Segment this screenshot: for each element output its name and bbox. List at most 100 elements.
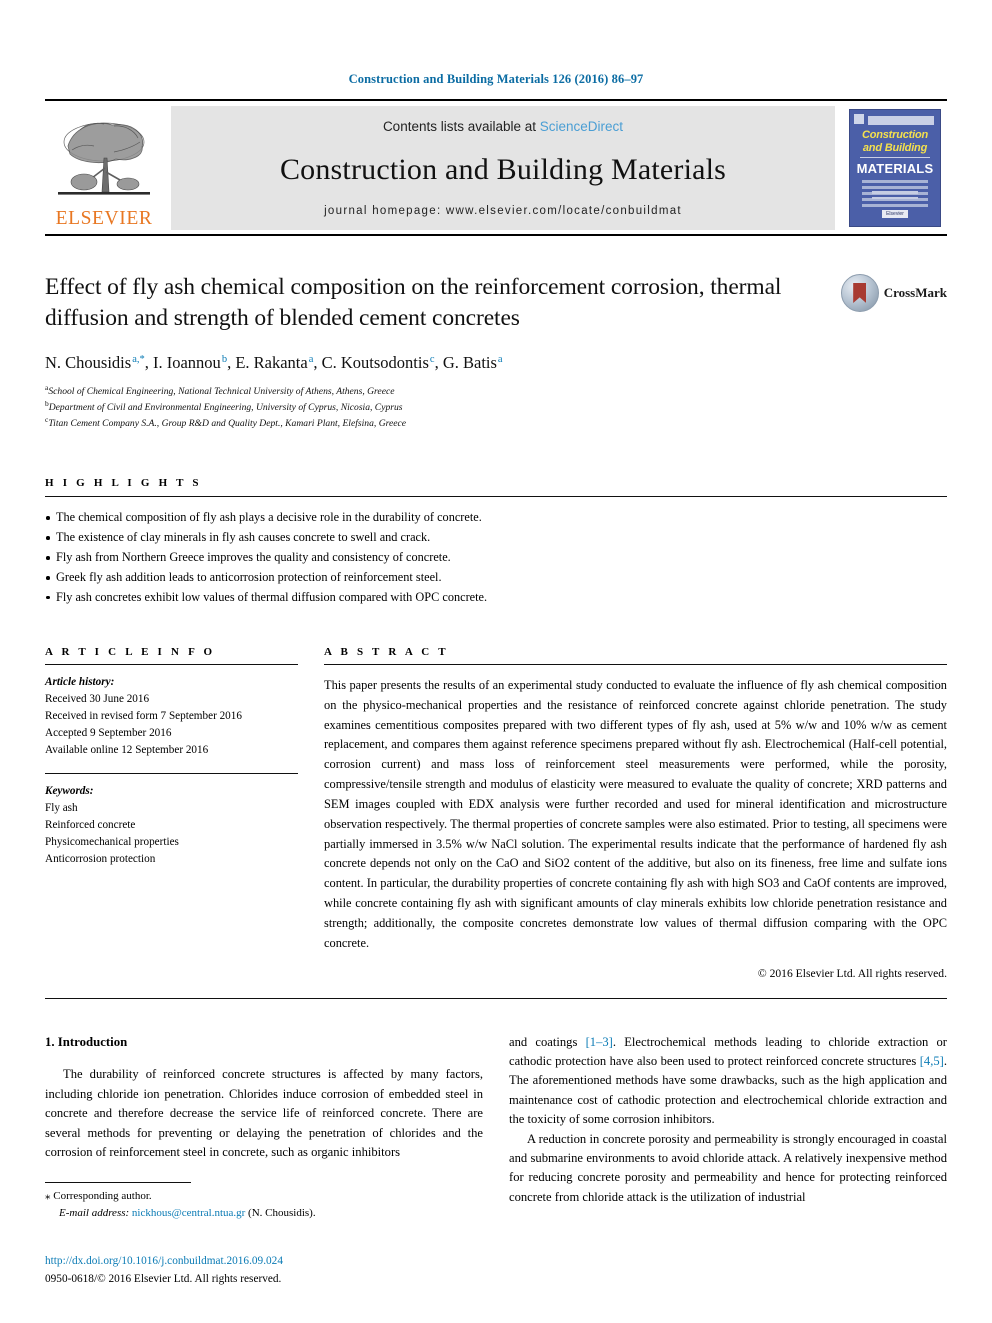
article-history-item: Received 30 June 2016 (45, 692, 150, 705)
introduction-paragraph-continued: and coatings [1–3]. Electrochemical meth… (509, 1033, 947, 1130)
introduction-paragraph: The durability of reinforced concrete st… (45, 1067, 483, 1159)
cover-line-1: Construction (861, 129, 929, 141)
body-column-left: 1. Introduction The durability of reinfo… (45, 1033, 483, 1208)
article-history-item: Accepted 9 September 2016 (45, 726, 172, 739)
highlights-divider (45, 496, 947, 498)
masthead-center: Contents lists available at ScienceDirec… (171, 106, 835, 230)
cover-rule-top (860, 157, 930, 159)
affiliation-text: Department of Civil and Environmental En… (48, 402, 403, 414)
cover-line-2: and Building (862, 141, 928, 154)
highlight-item: The chemical composition of fly ash play… (45, 508, 947, 528)
contents-prefix: Contents lists available at (382, 119, 540, 134)
citation-ref-1[interactable]: [1–3] (586, 1035, 613, 1049)
highlight-item: Greek fly ash addition leads to anticorr… (45, 568, 947, 588)
author-item: G. Batisa (443, 353, 503, 372)
abstract-copyright: © 2016 Elsevier Ltd. All rights reserved… (757, 966, 947, 980)
doi-block: http://dx.doi.org/10.1016/j.conbuildmat.… (45, 1253, 283, 1288)
keywords-divider (45, 772, 298, 774)
intro-text-pre: and coatings (509, 1034, 586, 1049)
journal-title: Construction and Building Materials (279, 152, 727, 186)
elsevier-logo: ELSEVIER (45, 106, 163, 230)
elsevier-wordmark: ELSEVIER (55, 207, 153, 229)
crossmark-label: CrossMark (883, 285, 947, 300)
article-history-item: Received in revised form 7 September 201… (45, 709, 242, 722)
author-name: N. Chousidis (45, 353, 132, 372)
author-marks: a (497, 353, 503, 365)
article-info-divider (45, 663, 298, 665)
abstract-bottom-divider (45, 997, 947, 999)
affiliation-list: aSchool of Chemical Engineering, Nationa… (45, 383, 947, 431)
corresponding-author-line: ⁎ Corresponding author. (45, 1188, 475, 1205)
keyword-item: Reinforced concrete (45, 818, 136, 831)
article-history-block: Article history: Received 30 June 2016 R… (45, 674, 298, 759)
author-marks: c (429, 353, 435, 365)
cover-topbar (868, 116, 934, 125)
article-page: Construction and Building Materials 126 … (0, 0, 992, 1323)
introduction-paragraph-2: A reduction in concrete porosity and per… (509, 1131, 947, 1204)
corresponding-mark: ⁎ (45, 1190, 51, 1202)
keyword-item: Fly ash (45, 801, 78, 814)
sciencedirect-link[interactable]: ScienceDirect (540, 119, 623, 134)
keyword-item: Physicomechanical properties (45, 835, 179, 848)
affiliation-text: Titan Cement Company S.A., Group R&D and… (48, 418, 407, 430)
email-line: E-mail address: nickhous@central.ntua.gr… (45, 1205, 475, 1222)
footnote-block: ⁎ Corresponding author. E-mail address: … (45, 1182, 475, 1221)
highlights-list: The chemical composition of fly ash play… (45, 508, 947, 608)
running-head: Construction and Building Materials 126 … (348, 72, 644, 86)
article-history-item: Available online 12 September 2016 (45, 743, 209, 756)
corresponding-label: Corresponding author. (53, 1190, 152, 1202)
crossmark-flag-icon (853, 283, 867, 303)
journal-cover-image: Construction and Building MATERIALS Else… (849, 109, 941, 227)
info-abstract-section: A R T I C L E I N F O Article history: R… (45, 646, 947, 980)
contents-available-line: Contents lists available at ScienceDirec… (383, 119, 623, 134)
highlights-section: H I G H L I G H T S The chemical composi… (45, 477, 947, 608)
author-item: N. Chousidisa,* (45, 353, 145, 372)
author-marks: a,* (132, 353, 145, 365)
abstract-divider (324, 663, 947, 665)
author-item: I. Ioannoub (153, 353, 227, 372)
author-item: E. Rakantaa (235, 353, 313, 372)
author-name: G. Batis (442, 353, 497, 372)
highlight-item: Fly ash from Northern Greece improves th… (45, 548, 947, 568)
email-owner: (N. Chousidis). (248, 1206, 316, 1219)
author-marks: b (221, 353, 228, 365)
email-label: E-mail address: (59, 1206, 130, 1219)
journal-cover-thumbnail[interactable]: Construction and Building MATERIALS Else… (843, 106, 947, 230)
highlights-heading: H I G H L I G H T S (45, 477, 202, 490)
highlight-item: The existence of clay minerals in fly as… (45, 528, 947, 548)
introduction-heading: 1. Introduction (45, 1034, 128, 1049)
footnote-divider (45, 1182, 191, 1183)
doi-link[interactable]: http://dx.doi.org/10.1016/j.conbuildmat.… (45, 1253, 283, 1271)
citation-ref-2[interactable]: [4,5] (920, 1054, 944, 1068)
title-block: Effect of fly ash chemical composition o… (45, 272, 947, 336)
abstract-column: A B S T R A C T This paper presents the … (324, 646, 947, 980)
issn-copyright-line: 0950-0618/© 2016 Elsevier Ltd. All right… (45, 1272, 282, 1285)
cover-line-3: MATERIALS (856, 161, 934, 177)
author-marks: a (308, 353, 314, 365)
affiliation-item: bDepartment of Civil and Environmental E… (45, 399, 947, 415)
author-list: N. Chousidisa,*, I. Ioannoub, E. Rakanta… (45, 353, 503, 372)
email-link[interactable]: nickhous@central.ntua.gr (132, 1207, 245, 1219)
affiliation-text: School of Chemical Engineering, National… (48, 386, 395, 398)
author-name: C. Koutsodontis (321, 353, 429, 372)
journal-masthead: ELSEVIER Contents lists available at Sci… (45, 99, 947, 236)
keywords-block: Keywords: Fly ash Reinforced concrete Ph… (45, 783, 298, 868)
author-name: E. Rakanta (235, 353, 308, 372)
cover-bottom: Elsevier (850, 188, 940, 220)
author-item: C. Koutsodontisc (322, 353, 435, 372)
elsevier-tree-icon (58, 122, 150, 195)
cover-elsevier-mark-icon (854, 114, 864, 124)
abstract-heading: A B S T R A C T (324, 645, 449, 658)
affiliation-item: aSchool of Chemical Engineering, Nationa… (45, 383, 947, 399)
crossmark-badge[interactable]: CrossMark (840, 274, 947, 312)
highlight-item: Fly ash concretes exhibit low values of … (45, 588, 947, 608)
article-info-column: A R T I C L E I N F O Article history: R… (45, 646, 298, 980)
author-name: I. Ioannou (152, 353, 221, 372)
abstract-text: This paper presents the results of an ex… (324, 677, 947, 950)
journal-homepage[interactable]: journal homepage: www.elsevier.com/locat… (324, 205, 682, 217)
keywords-label: Keywords: (45, 784, 94, 797)
article-info-heading: A R T I C L E I N F O (45, 645, 216, 658)
keyword-item: Anticorrosion protection (45, 852, 156, 865)
crossmark-icon (840, 274, 879, 312)
